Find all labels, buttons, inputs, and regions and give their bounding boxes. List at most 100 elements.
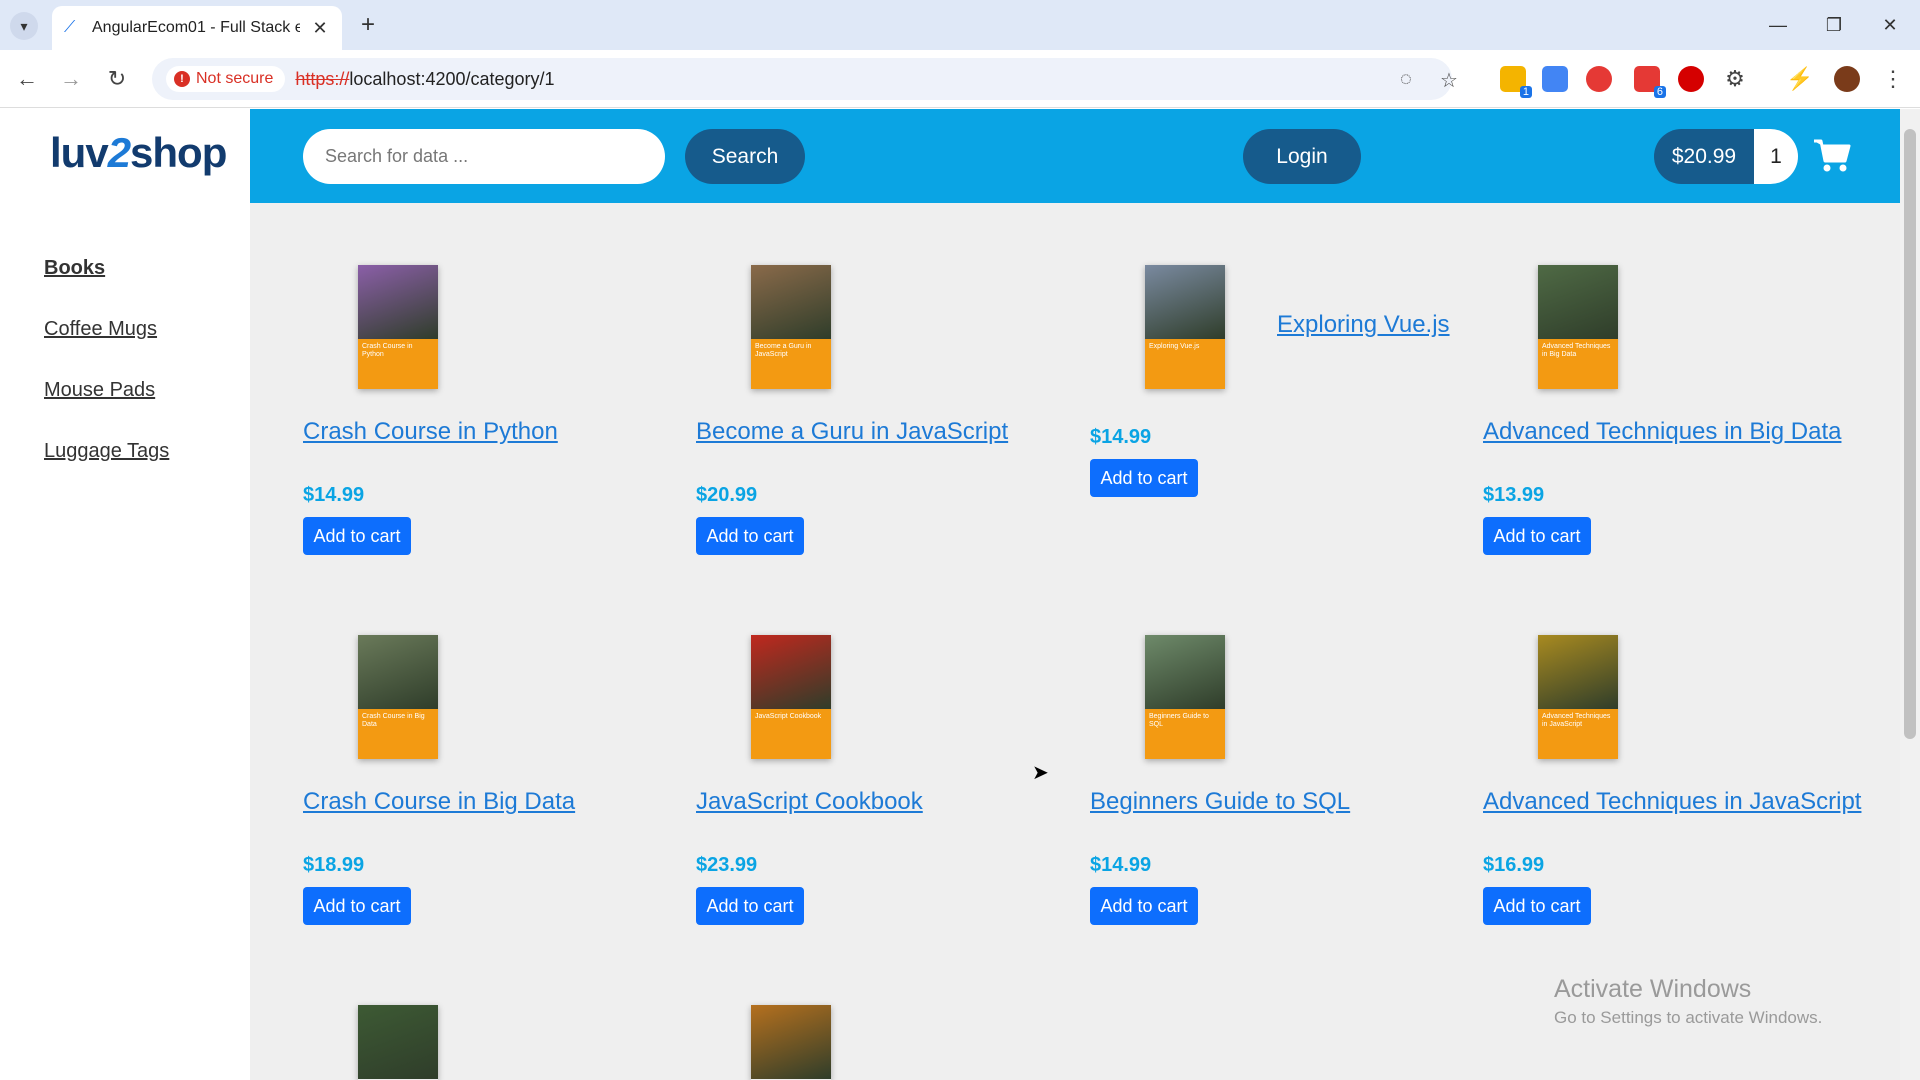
add-to-cart-button[interactable]: Add to cart	[303, 887, 411, 925]
product-cover-image[interactable]: Advanced Techniques in JavaScript	[1538, 635, 1618, 759]
product-name-link[interactable]: JavaScript Cookbook	[696, 788, 923, 816]
product-cover-image[interactable]	[751, 1005, 831, 1080]
search-input[interactable]	[303, 129, 665, 184]
product-name-link[interactable]: Crash Course in Python	[303, 418, 558, 446]
cover-title: Advanced Techniques in JavaScript	[1538, 709, 1618, 759]
extension-red-icon[interactable]: 6	[1634, 66, 1666, 98]
add-to-cart-button[interactable]: Add to cart	[1090, 887, 1198, 925]
cover-title: JavaScript Cookbook	[751, 709, 831, 759]
url-path: localhost:4200/category/1	[349, 68, 555, 89]
url-text[interactable]: https://localhost:4200/category/1	[295, 69, 554, 90]
product-name-link[interactable]: Beginners Guide to SQL	[1090, 788, 1350, 816]
menu-kebab-icon[interactable]: ⋮	[1880, 66, 1906, 92]
add-to-cart-button[interactable]: Add to cart	[696, 887, 804, 925]
profile-avatar[interactable]	[1834, 66, 1860, 92]
reload-icon[interactable]: ↻	[102, 64, 132, 94]
opera-icon[interactable]	[1678, 66, 1704, 92]
product-price: $23.99	[696, 854, 758, 876]
cover-title: Exploring Vue.js	[1145, 339, 1225, 389]
add-to-cart-button[interactable]: Add to cart	[1483, 517, 1591, 555]
shopping-cart-icon[interactable]	[1812, 135, 1852, 175]
forward-icon[interactable]: →	[56, 64, 86, 94]
product-cover-image[interactable]: Become a Guru in JavaScript	[751, 265, 831, 389]
extension-icon[interactable]: 1	[1500, 66, 1532, 98]
product-price: $14.99	[303, 484, 365, 506]
windows-watermark-subtitle: Go to Settings to activate Windows.	[1554, 1008, 1823, 1027]
app-root: luv2shop Books Coffee Mugs Mouse Pads Lu…	[0, 109, 1900, 1080]
cart-status[interactable]: $20.99 1	[1654, 129, 1798, 184]
cover-title: Beginners Guide to SQL	[1145, 709, 1225, 759]
product-name-link[interactable]: Become a Guru in JavaScript	[696, 418, 1008, 446]
product-cover-image[interactable]	[358, 1005, 438, 1080]
cover-photo	[1538, 265, 1618, 339]
product-price: $20.99	[696, 484, 758, 506]
cover-title: Advanced Techniques in Big Data	[1538, 339, 1618, 389]
bookmark-star-icon[interactable]: ☆	[1440, 68, 1458, 93]
category-menu: Books Coffee Mugs Mouse Pads Luggage Tag…	[44, 257, 169, 501]
cover-photo	[751, 1005, 831, 1079]
category-link-mouse-pads[interactable]: Mouse Pads	[44, 379, 169, 402]
category-link-coffee-mugs[interactable]: Coffee Mugs	[44, 318, 169, 341]
product-cover-image[interactable]: Crash Course in Big Data	[358, 635, 438, 759]
add-to-cart-button[interactable]: Add to cart	[696, 517, 804, 555]
product-name-link[interactable]: Exploring Vue.js	[1277, 311, 1450, 339]
restore-icon[interactable]: ❐	[1814, 10, 1854, 40]
top-header: Search Login $20.99 1	[250, 109, 1900, 203]
tab-close-icon[interactable]: ✕	[310, 18, 330, 39]
product-price: $13.99	[1483, 484, 1545, 506]
add-to-cart-button[interactable]: Add to cart	[303, 517, 411, 555]
product-price: $14.99	[1090, 854, 1152, 876]
product-name-link[interactable]: Advanced Techniques in Big Data	[1483, 418, 1841, 446]
new-tab-icon[interactable]: +	[354, 12, 382, 40]
security-chip[interactable]: ! Not secure	[166, 66, 286, 92]
scrollbar-thumb[interactable]	[1904, 129, 1916, 739]
cart-quantity: 1	[1754, 129, 1798, 184]
translate-icon[interactable]	[1542, 66, 1568, 92]
sidebar: luv2shop Books Coffee Mugs Mouse Pads Lu…	[0, 109, 250, 1080]
cart-total: $20.99	[1654, 129, 1754, 184]
tab-title: AngularEcom01 - Full Stack eCo	[92, 19, 300, 36]
login-button[interactable]: Login	[1243, 129, 1361, 184]
product-cover-image[interactable]: Advanced Techniques in Big Data	[1538, 265, 1618, 389]
cover-photo	[358, 265, 438, 339]
add-to-cart-button[interactable]: Add to cart	[1090, 459, 1198, 497]
add-to-cart-button[interactable]: Add to cart	[1483, 887, 1591, 925]
window-close-icon[interactable]: ✕	[1870, 10, 1910, 40]
product-cover-image[interactable]: JavaScript Cookbook	[751, 635, 831, 759]
site-logo[interactable]: luv2shop	[50, 129, 227, 177]
category-link-books[interactable]: Books	[44, 257, 169, 280]
product-cover-image[interactable]: Beginners Guide to SQL	[1145, 635, 1225, 759]
logo-text-mid: 2	[107, 129, 131, 176]
back-icon[interactable]: ←	[12, 64, 42, 94]
url-scheme: https://	[295, 68, 350, 89]
product-name-link[interactable]: Advanced Techniques in JavaScript	[1483, 788, 1861, 816]
tab-search-icon[interactable]: ▾	[10, 12, 38, 40]
performance-icon[interactable]: ⚡	[1786, 66, 1813, 92]
cover-title: Crash Course in Big Data	[358, 709, 438, 759]
cover-photo	[1145, 265, 1225, 339]
puzzle-extensions-icon[interactable]: ⚙	[1722, 66, 1748, 92]
cover-title: Crash Course in Python	[358, 339, 438, 389]
cover-photo	[358, 1005, 438, 1079]
product-name-link[interactable]: Crash Course in Big Data	[303, 788, 575, 816]
adblock-icon[interactable]	[1586, 66, 1612, 92]
mouse-cursor-icon: ➤	[1032, 762, 1049, 784]
page-scrollbar[interactable]	[1900, 109, 1920, 1080]
cover-photo	[1538, 635, 1618, 709]
product-cover-image[interactable]: Exploring Vue.js	[1145, 265, 1225, 389]
logo-text-right: shop	[130, 129, 227, 176]
extension-badge: 6	[1653, 86, 1666, 98]
product-price: $14.99	[1090, 426, 1152, 448]
minimize-icon[interactable]: —	[1758, 10, 1798, 40]
browser-toolbar: ← → ↻ ! Not secure https://localhost:420…	[0, 50, 1920, 108]
category-link-luggage-tags[interactable]: Luggage Tags	[44, 440, 169, 463]
product-cover-image[interactable]: Crash Course in Python	[358, 265, 438, 389]
product-price: $18.99	[303, 854, 365, 876]
address-bar[interactable]: ! Not secure https://localhost:4200/cate…	[152, 58, 1458, 100]
logo-text-left: luv	[50, 129, 109, 176]
cover-photo	[358, 635, 438, 709]
browser-tab[interactable]: ⟋ AngularEcom01 - Full Stack eCo ✕	[52, 6, 342, 50]
search-button[interactable]: Search	[685, 129, 805, 184]
warning-icon: !	[174, 71, 190, 87]
eye-off-icon[interactable]: ◌	[1400, 68, 1412, 91]
